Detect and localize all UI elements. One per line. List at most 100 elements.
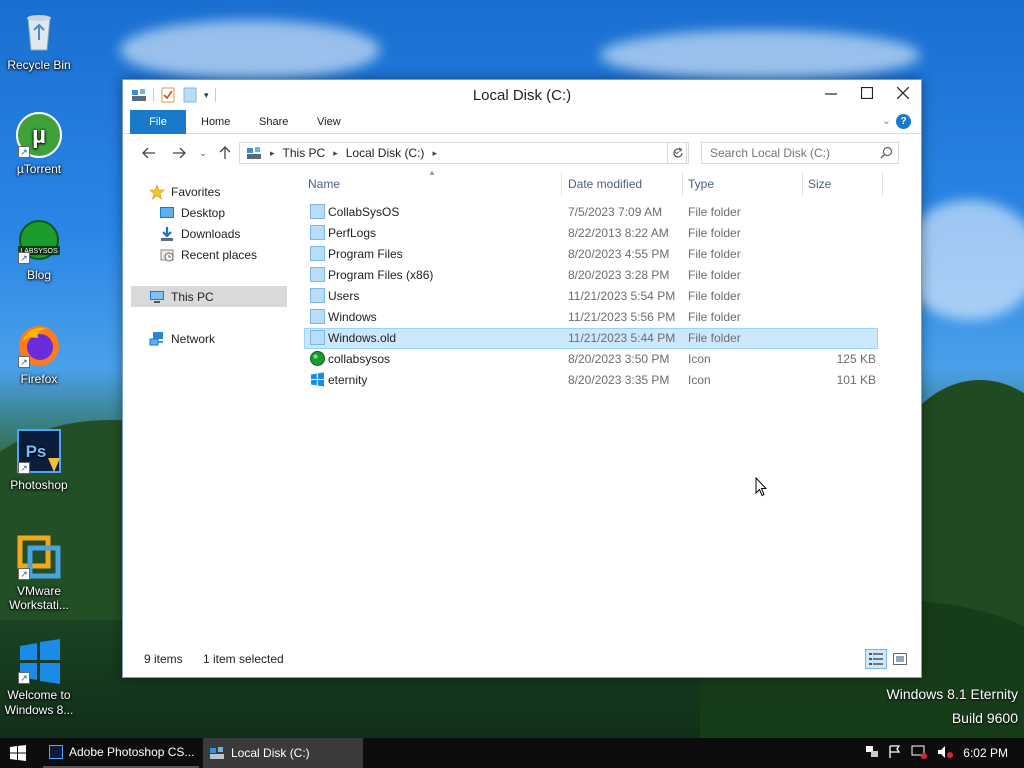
expand-ribbon-icon[interactable]: ⌄ bbox=[882, 114, 891, 127]
file-type: File folder bbox=[688, 331, 741, 345]
sort-ascending-icon: ▲ bbox=[428, 168, 436, 177]
taskbar-item-photoshop[interactable]: Adobe Photoshop CS... bbox=[43, 738, 199, 768]
file-date: 8/20/2023 3:50 PM bbox=[568, 352, 670, 366]
file-row[interactable]: Program Files (x86) 8/20/2023 3:28 PM Fi… bbox=[304, 265, 878, 286]
action-center-flag-icon[interactable] bbox=[889, 744, 901, 762]
desktop-icon-label: VMware Workstati... bbox=[9, 584, 69, 612]
tab-home[interactable]: Home bbox=[201, 110, 230, 134]
file-row[interactable]: CollabSysOS 7/5/2023 7:09 AM File folder bbox=[304, 202, 878, 223]
selection-count: 1 item selected bbox=[203, 652, 284, 666]
status-bar: 9 items 1 item selected bbox=[123, 639, 921, 677]
explorer-window[interactable]: ▾ Local Disk (C:) File Home Share View ⌄… bbox=[122, 79, 922, 678]
windows-edition-watermark: Windows 8.1 Eternity bbox=[886, 686, 1019, 702]
file-size: 125 KB bbox=[836, 352, 876, 366]
file-type: Icon bbox=[688, 352, 711, 366]
nav-item-label: This PC bbox=[171, 289, 214, 304]
title-bar[interactable]: ▾ Local Disk (C:) bbox=[123, 80, 921, 110]
star-icon bbox=[149, 183, 165, 200]
desktop-icon-photoshop[interactable]: Ps ↗ Photoshop bbox=[0, 428, 78, 492]
computer-icon bbox=[149, 289, 165, 305]
file-type: File folder bbox=[688, 205, 741, 219]
column-header-name[interactable]: Name bbox=[308, 172, 340, 196]
file-name: Windows.old bbox=[328, 331, 397, 345]
nav-item-label: Network bbox=[171, 331, 216, 346]
folder-icon bbox=[310, 288, 325, 303]
breadcrumb-separator-icon[interactable]: ▸ bbox=[333, 148, 338, 159]
address-bar[interactable]: ▸ This PC ▸ Local Disk (C:) ▸ ⌄ bbox=[239, 142, 687, 164]
navigation-pane: Favorites Desktop Downloads Recent place… bbox=[123, 172, 295, 637]
file-row[interactable]: collabsysos 8/20/2023 3:50 PM Icon 125 K… bbox=[304, 349, 878, 370]
nav-item-downloads[interactable]: Downloads bbox=[159, 223, 240, 244]
tab-view[interactable]: View bbox=[317, 110, 341, 134]
clock[interactable]: 6:02 PM bbox=[963, 746, 1008, 760]
details-view-button[interactable] bbox=[865, 649, 887, 669]
file-row[interactable]: eternity 8/20/2023 3:35 PM Icon 101 KB bbox=[304, 370, 878, 391]
nav-item-desktop[interactable]: Desktop bbox=[159, 202, 225, 223]
breadcrumb-this-pc[interactable]: This PC bbox=[283, 146, 326, 160]
taskbar-item-explorer[interactable]: Local Disk (C:) bbox=[203, 738, 363, 768]
column-header-size[interactable]: Size bbox=[808, 172, 831, 196]
search-input[interactable] bbox=[702, 143, 872, 163]
breadcrumb-separator-icon[interactable]: ▸ bbox=[432, 148, 437, 159]
desktop-icon-utorrent[interactable]: µ ↗ µTorrent bbox=[0, 112, 78, 176]
desktop-icon-firefox[interactable]: ↗ Firefox bbox=[0, 322, 78, 386]
desktop-icon-welcome[interactable]: ↗ Welcome to Windows 8... bbox=[0, 638, 78, 718]
display-tray-icon[interactable] bbox=[911, 745, 928, 762]
desktop-icon-blog[interactable]: LABSYSOS ↗ Blog bbox=[0, 218, 78, 282]
search-box[interactable] bbox=[701, 142, 899, 164]
forward-button[interactable] bbox=[169, 143, 189, 163]
nav-item-label: Recent places bbox=[181, 247, 258, 262]
nav-item-this-pc[interactable]: This PC bbox=[131, 286, 287, 307]
photoshop-icon: Ps ↗ bbox=[16, 428, 62, 474]
file-row[interactable]: Program Files 8/20/2023 4:55 PM File fol… bbox=[304, 244, 878, 265]
shortcut-arrow-icon: ↗ bbox=[18, 672, 30, 684]
file-row[interactable]: Windows 11/21/2023 5:56 PM File folder bbox=[304, 307, 878, 328]
computer-drive-icon bbox=[246, 146, 262, 160]
system-tray: 6:02 PM bbox=[865, 738, 1024, 768]
photoshop-badge-text: Ps bbox=[26, 442, 47, 461]
refresh-button[interactable] bbox=[667, 142, 689, 164]
windows-build-watermark: Build 9600 bbox=[951, 710, 1018, 726]
large-icons-view-icon bbox=[893, 653, 907, 665]
desktop-icon-label: Photoshop bbox=[10, 478, 68, 492]
file-name: eternity bbox=[328, 373, 368, 387]
column-header-type[interactable]: Type bbox=[688, 172, 714, 196]
file-row-selected[interactable]: Windows.old 11/21/2023 5:44 PM File fold… bbox=[304, 328, 878, 349]
desktop-icon-recycle-bin[interactable]: Recycle Bin bbox=[0, 8, 78, 72]
file-row[interactable]: PerfLogs 8/22/2013 8:22 AM File folder bbox=[304, 223, 878, 244]
network-tray-icon[interactable] bbox=[865, 745, 879, 762]
file-list: ▲ Name Date modified Type Size CollabSys… bbox=[304, 168, 921, 637]
tab-share[interactable]: Share bbox=[259, 110, 288, 134]
minimize-button[interactable] bbox=[813, 80, 849, 106]
volume-muted-icon[interactable] bbox=[937, 745, 954, 762]
file-row[interactable]: Users 11/21/2023 5:54 PM File folder bbox=[304, 286, 878, 307]
recycle-bin-icon bbox=[16, 8, 62, 54]
folder-icon bbox=[310, 246, 325, 261]
desktop-icon-vmware[interactable]: ↗ VMware Workstati... bbox=[0, 534, 78, 612]
search-icon[interactable] bbox=[880, 146, 893, 162]
up-arrow-icon bbox=[219, 146, 231, 159]
breadcrumb-separator-icon[interactable]: ▸ bbox=[270, 148, 275, 159]
downloads-icon bbox=[159, 226, 175, 242]
forward-arrow-icon bbox=[173, 147, 186, 159]
file-date: 11/21/2023 5:54 PM bbox=[568, 289, 676, 303]
file-date: 8/20/2023 4:55 PM bbox=[568, 247, 670, 261]
column-header-date-modified[interactable]: Date modified bbox=[568, 172, 642, 196]
start-button[interactable] bbox=[10, 745, 26, 764]
back-button[interactable] bbox=[139, 143, 159, 163]
ribbon-tabs: File Home Share View ⌄ ? bbox=[123, 110, 921, 134]
windows-start-icon bbox=[10, 745, 26, 761]
breadcrumb-local-disk[interactable]: Local Disk (C:) bbox=[346, 146, 425, 160]
tab-file[interactable]: File bbox=[130, 110, 186, 134]
back-arrow-icon bbox=[142, 147, 155, 159]
nav-item-recent-places[interactable]: Recent places bbox=[159, 244, 257, 265]
maximize-button[interactable] bbox=[849, 80, 885, 106]
nav-item-network[interactable]: Network bbox=[149, 328, 215, 349]
nav-item-favorites[interactable]: Favorites bbox=[149, 181, 220, 202]
large-icons-view-button[interactable] bbox=[889, 649, 911, 669]
up-button[interactable] bbox=[215, 143, 235, 163]
nav-item-label: Downloads bbox=[181, 226, 241, 241]
recent-locations-button[interactable]: ⌄ bbox=[193, 143, 213, 163]
help-icon[interactable]: ? bbox=[896, 114, 911, 129]
close-button[interactable] bbox=[885, 80, 921, 106]
